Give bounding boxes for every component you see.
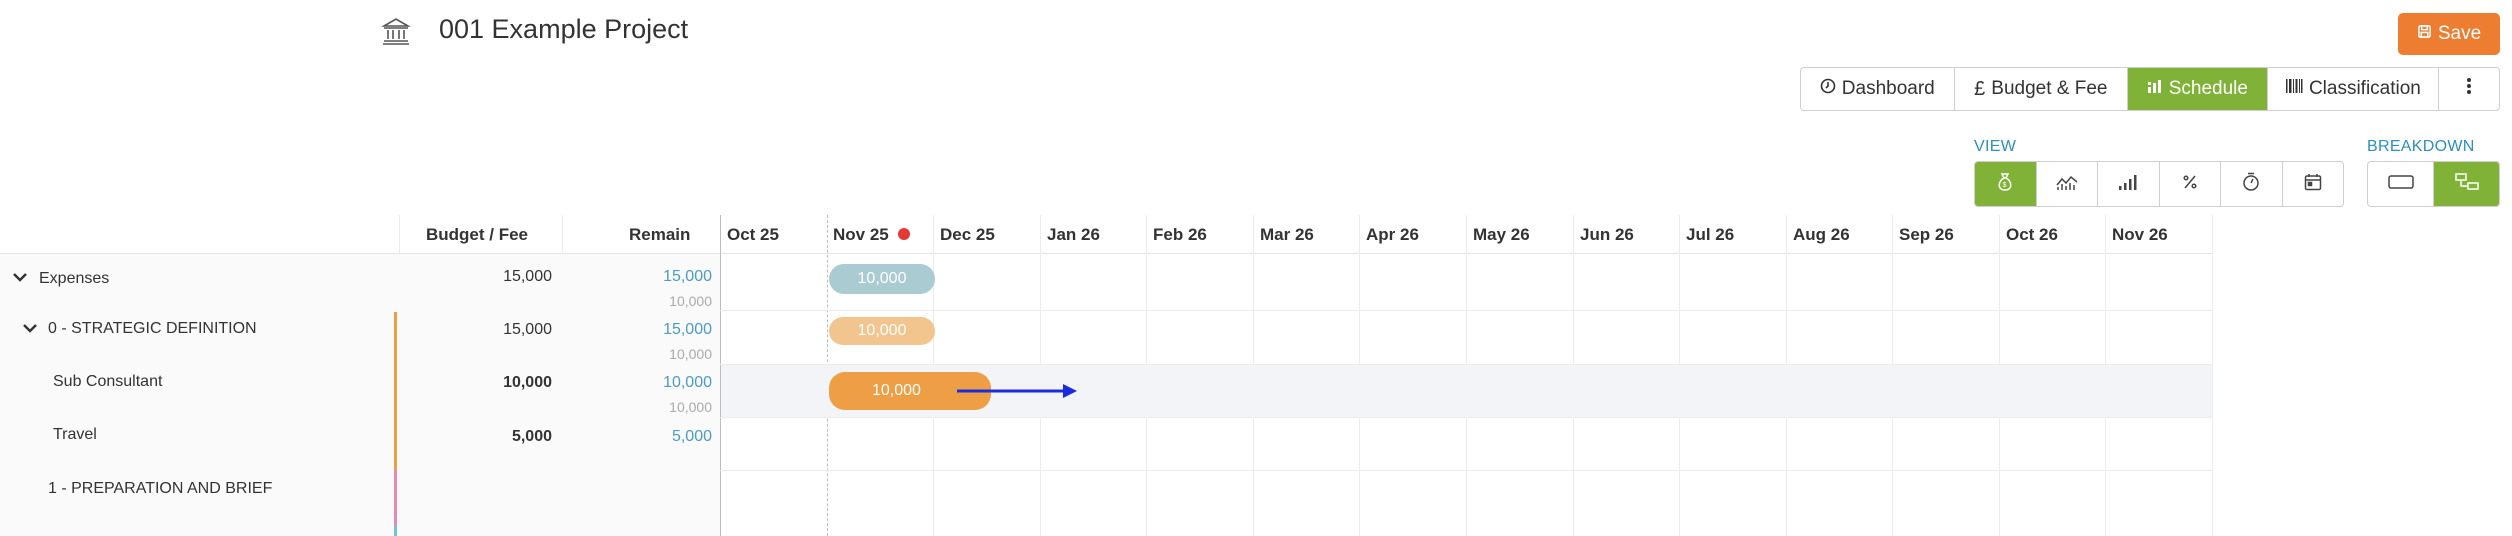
month-jan-26: Jan 26 [1047,225,1100,244]
month-aug-26: Aug 26 [1793,225,1850,244]
row-sub-consultant-budget: 10,000 [503,374,552,391]
budget-column-header: Budget / Fee [426,225,529,244]
view-calendar-button[interactable] [2283,162,2344,206]
rectangle-icon [2387,174,2414,195]
month-jun-26: Jun 26 [1580,225,1634,244]
phase-accent-bar [394,470,397,526]
row-expenses-remain: 15,000 [663,268,712,285]
tab-classification[interactable]: Classification [2268,68,2440,110]
tab-schedule[interactable]: Schedule [2128,68,2268,110]
month-jul-26: Jul 26 [1686,225,1735,244]
breakdown-tree-button[interactable] [2434,162,2499,206]
month-oct-25: Oct 25 [727,225,779,244]
drag-arrow-indicator [955,383,1080,399]
clock-icon [1820,78,1836,100]
today-marker-dot [898,228,910,240]
trend-icon [2056,173,2078,196]
view-trend-button[interactable] [2037,162,2098,206]
row-preparation-brief-label: 1 - PREPARATION AND BRIEF [48,480,273,497]
row-travel-budget: 5,000 [511,428,552,445]
row-expenses-label: Expenses [39,270,110,287]
row-travel-label: Travel [53,426,97,443]
timer-icon [2242,172,2260,197]
view-budget-button[interactable]: $ [1975,162,2037,206]
chart-icon [2147,78,2163,100]
money-bag-icon: $ [1996,172,2014,197]
breakdown-toggle-group [2367,161,2500,207]
tab-budget-fee[interactable]: £ Budget & Fee [1955,68,2129,110]
row-strategic-definition-remain: 15,000 [663,321,712,338]
row-strategic-definition-budget: 15,000 [503,321,552,338]
row-sub-consultant-remain-sub: 10,000 [669,399,712,415]
month-apr-26: Apr 26 [1366,225,1419,244]
breakdown-label: BREAKDOWN [2367,138,2475,155]
row-sub-consultant-remain: 10,000 [663,374,712,391]
chevron-down-icon[interactable] [22,321,38,337]
bank-icon [381,16,411,46]
more-menu-button[interactable] [2439,68,2499,110]
calendar-icon [2304,173,2322,196]
gantt-bar-strategic-definition[interactable]: 10,000 [829,317,935,345]
month-sep-26: Sep 26 [1899,225,1954,244]
chevron-down-icon[interactable] [12,270,28,286]
tab-label: Classification [2308,78,2421,99]
pound-icon: £ [1974,77,1986,100]
month-may-26: May 26 [1473,225,1530,244]
breakdown-flat-button[interactable] [2368,162,2434,206]
row-strategic-definition-remain-sub: 10,000 [669,346,712,362]
tab-label: Budget & Fee [1991,78,2108,99]
row-strategic-definition-label: 0 - STRATEGIC DEFINITION [48,320,257,337]
month-nov-26: Nov 26 [2112,225,2168,244]
view-timer-button[interactable] [2221,162,2283,206]
month-mar-26: Mar 26 [1260,225,1314,244]
tab-label: Schedule [2168,78,2248,99]
row-sub-consultant-label: Sub Consultant [53,373,163,390]
month-dec-25: Dec 25 [940,225,995,244]
month-oct-26: Oct 26 [2006,225,2058,244]
save-label: Save [2437,23,2482,44]
view-toggle-group: $ [1974,161,2344,207]
tab-dashboard[interactable]: Dashboard [1801,68,1955,110]
save-button[interactable]: Save [2398,13,2500,55]
gantt-bar-expenses[interactable]: 10,000 [829,264,935,294]
percent-icon [2182,174,2198,195]
barcode-icon [2285,78,2303,100]
phase-accent-bar [394,526,397,536]
month-feb-26: Feb 26 [1153,225,1207,244]
row-expenses-remain-sub: 10,000 [669,293,712,309]
row-travel-remain: 5,000 [671,428,712,445]
more-vertical-icon [2466,77,2472,101]
month-nov-25: Nov 25 [833,225,889,244]
row-expenses-budget: 15,000 [503,268,552,285]
tab-label: Dashboard [1841,78,1935,99]
svg-text:$: $ [2003,182,2007,189]
remain-column-header: Remain [629,225,691,244]
view-label: VIEW [1974,138,2017,155]
main-nav: Dashboard £ Budget & Fee Schedule Classi… [1800,67,2500,111]
phase-accent-bar [394,312,397,470]
gantt-bar-label: 10,000 [872,382,921,399]
view-percent-button[interactable] [2160,162,2221,206]
save-icon [2417,23,2432,45]
page-title: 001 Example Project [439,14,689,44]
bars-icon [2118,173,2138,196]
view-bars-button[interactable] [2098,162,2160,206]
tree-icon [2454,172,2479,196]
